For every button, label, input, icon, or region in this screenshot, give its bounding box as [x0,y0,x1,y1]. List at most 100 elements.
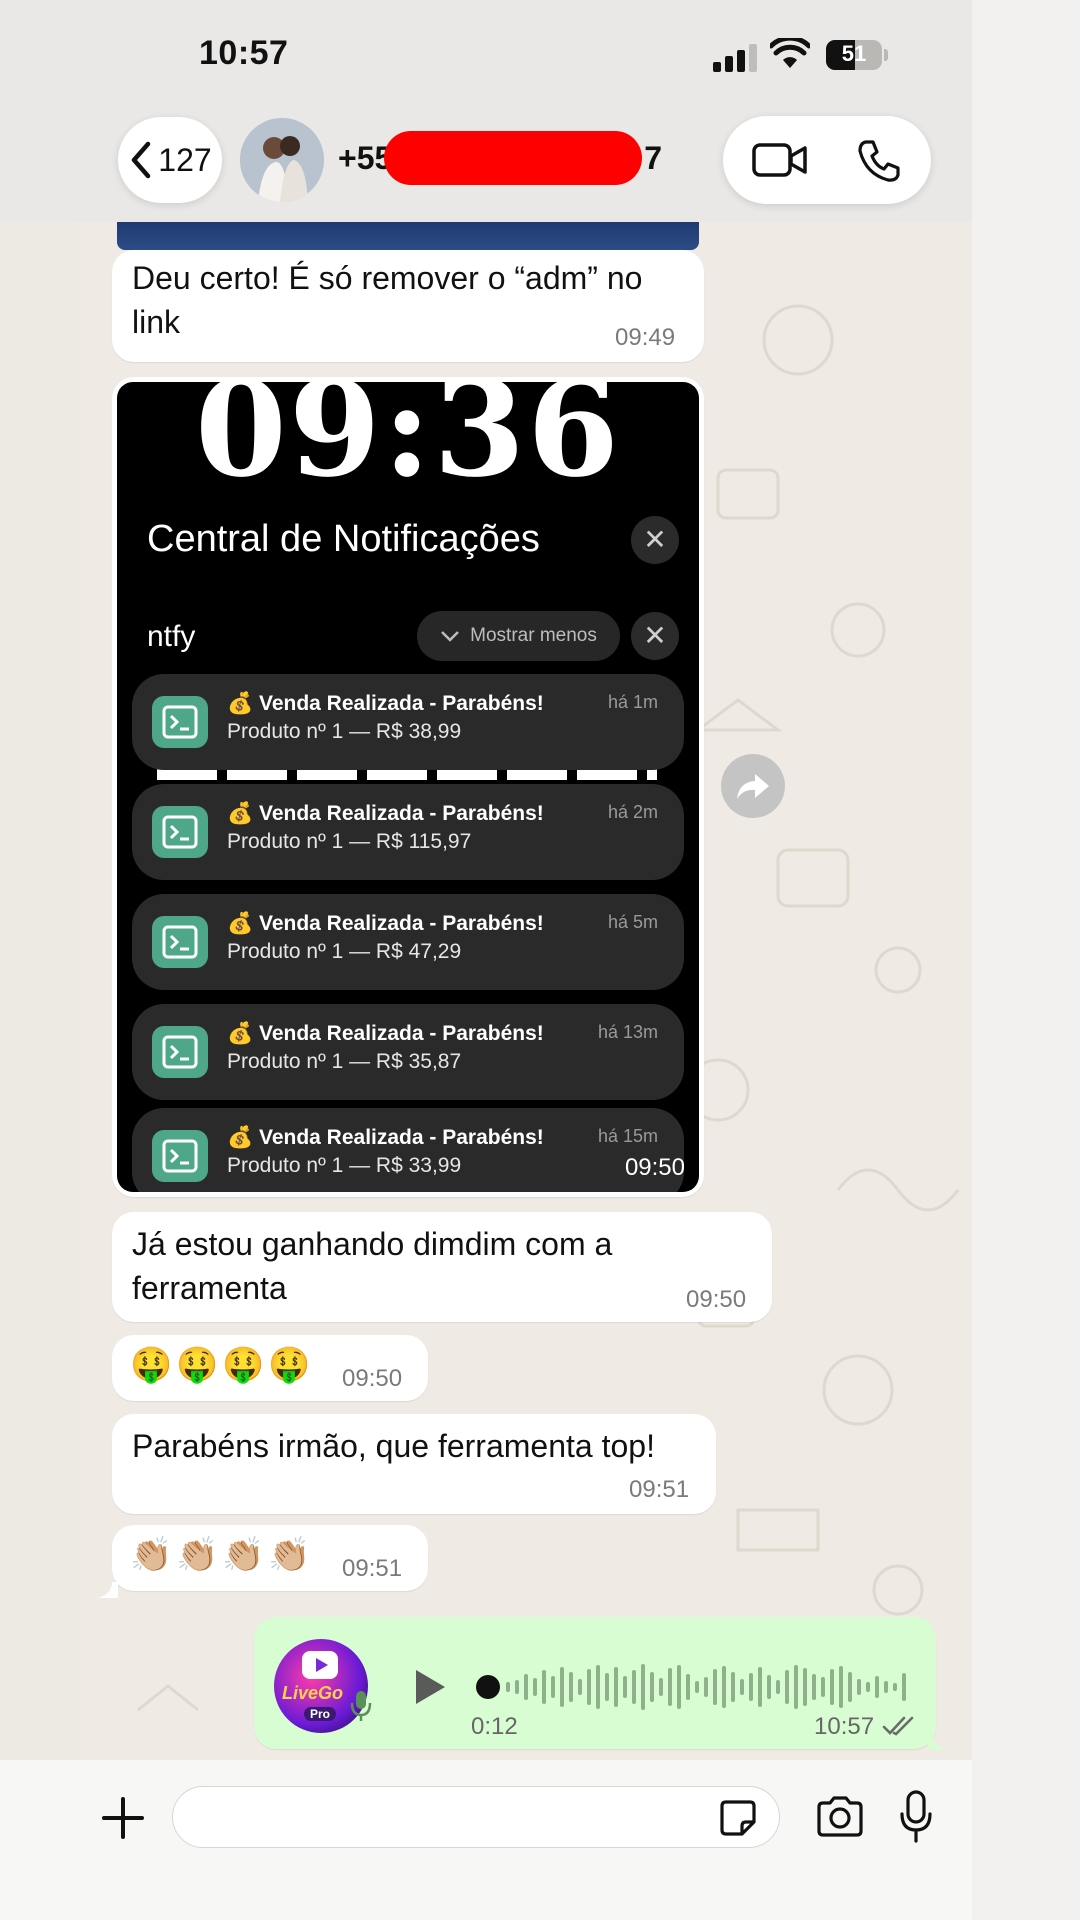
waveform-bar [650,1672,654,1702]
waveform-bar [830,1669,834,1705]
notification-title: 💰 Venda Realizada - Parabéns! [227,802,544,825]
waveform-bar [641,1664,645,1710]
close-notifications-button: ✕ [631,516,679,564]
playback-scrubber[interactable] [476,1675,500,1699]
message-text: Deu certo! É só remover o “adm” no link [132,260,643,340]
waveform-bar [695,1681,699,1693]
notification-title: 💰 Venda Realizada - Parabéns! [227,1022,544,1045]
avatar-brand-text: LiveGo [282,1683,344,1703]
status-bar: 10:57 51 [0,0,972,115]
waveform-bar [506,1682,510,1692]
message-time: 09:50 [342,1365,403,1392]
clapping-emoji: 👏🏼 [268,1536,311,1574]
contact-avatar[interactable] [240,118,324,202]
waveform-bar [893,1683,897,1691]
notification-age: há 5m [607,912,658,932]
double-check-icon [882,1716,914,1736]
message-time: 09:51 [342,1555,403,1582]
waveform-bar [767,1675,771,1699]
clapping-emoji: 👏🏼 [130,1536,173,1574]
phone-icon[interactable] [856,138,902,184]
terminal-icon [152,806,208,858]
waveform-bar [776,1680,780,1694]
waveform-bar [578,1679,582,1695]
waveform-bar [614,1667,618,1707]
waveform-bar [857,1679,861,1695]
terminal-icon [152,696,208,748]
bubble-tail [98,1582,118,1598]
status-time: 10:57 [199,34,289,72]
forward-button[interactable] [721,754,785,818]
waveform-bar [677,1665,681,1709]
waveform-bar [560,1667,564,1707]
microphone-icon[interactable] [899,1790,933,1844]
play-icon[interactable] [412,1667,448,1707]
clapping-emoji: 👏🏼 [176,1536,219,1574]
plus-icon[interactable] [100,1795,146,1841]
waveform-bar [542,1670,546,1704]
chevron-left-icon [132,141,151,179]
waveform-bar [722,1666,726,1708]
message-text: Já estou ganhando dimdim com a ferrament… [132,1226,613,1306]
money-mouth-emoji: 🤑 [222,1346,265,1384]
incoming-message-5[interactable]: 👏🏼 👏🏼 👏🏼 👏🏼 09:51 [112,1525,428,1591]
clapping-emoji: 👏🏼 [222,1536,265,1574]
battery-tip [884,49,888,61]
cellular-signal-icon [713,44,757,72]
waveform-bar [551,1676,555,1698]
waveform-bar [533,1678,537,1696]
waveform-bar [605,1673,609,1701]
waveform-bar [623,1676,627,1698]
call-buttons [723,116,931,204]
notification-title: 💰 Venda Realizada - Parabéns! [227,912,544,935]
show-less-label: Mostrar menos [470,625,597,646]
notification-body: Produto nº 1 — R$ 115,97 [227,830,472,853]
image-screenshot[interactable]: 09:36 Central de Notificações ✕ ntfy Mos… [117,382,699,1192]
message-input[interactable] [172,1786,780,1848]
notification-title: 💰 Venda Realizada - Parabéns! [227,692,544,715]
terminal-icon [152,1026,208,1078]
voice-waveform[interactable] [502,1661,912,1713]
waveform-bar [794,1665,798,1709]
message-time: 09:50 [686,1286,747,1313]
camera-icon[interactable] [815,1795,865,1839]
waveform-bar [848,1672,852,1702]
waveform-bar [668,1668,672,1706]
message-time: 10:57 [814,1713,875,1740]
avatar-pro-badge: Pro [304,1707,337,1721]
notification-center-title: Central de Notificações [147,518,540,560]
outgoing-voice-message[interactable]: LiveGo Pro 0:12 10:57 [254,1617,936,1749]
waveform-bar [875,1676,879,1698]
incoming-message-1[interactable]: Deu certo! É só remover o “adm” no link … [112,250,704,362]
unread-count: 127 [158,141,212,178]
notification-card: 💰 Venda Realizada - Parabéns! Produto nº… [132,1004,684,1100]
waveform-bar [758,1667,762,1707]
lockscreen-clock: 09:36 [194,382,622,507]
redaction-mark [384,131,642,185]
incoming-message-2[interactable]: Já estou ganhando dimdim com a ferrament… [112,1212,772,1322]
notification-age: há 15m [597,1126,658,1146]
waveform-bar [515,1680,519,1694]
show-less-button: Mostrar menos [417,611,620,661]
back-button[interactable]: 127 [118,117,222,203]
incoming-message-4[interactable]: Parabéns irmão, que ferramenta top! 09:5… [112,1414,716,1514]
battery-level: 51 [841,41,867,66]
waveform-bar [839,1666,843,1708]
image-message-time: 09:50 [624,1154,685,1181]
video-camera-icon[interactable] [751,140,809,180]
terminal-icon [152,916,208,968]
app-frame: 10:57 51 127 +55 7 Deu certo! É só remov… [0,0,1080,1920]
money-mouth-emoji: 🤑 [130,1346,173,1384]
waveform-bar [812,1674,816,1700]
waveform-bar [659,1678,663,1696]
waveform-bar [731,1672,735,1702]
sticker-icon[interactable] [718,1798,758,1838]
microphone-badge-icon [350,1691,372,1721]
avatar-play-logo [302,1651,338,1679]
incoming-message-3[interactable]: 🤑 🤑 🤑 🤑 09:50 [112,1335,428,1401]
waveform-bar [587,1669,591,1705]
waveform-bar [902,1673,906,1701]
waveform-bar [866,1682,870,1692]
waveform-bar [524,1674,528,1700]
notification-body: Produto nº 1 — R$ 33,99 [227,1154,462,1177]
